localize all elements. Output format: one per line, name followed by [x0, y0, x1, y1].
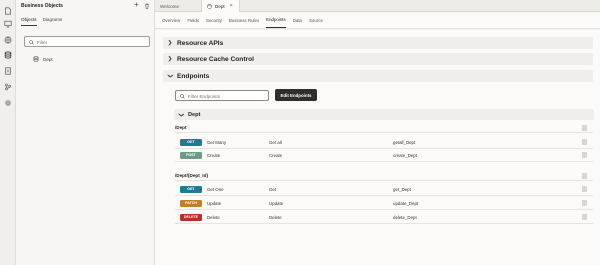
- table-row[interactable]: POST Create Create create_Dept: [175, 149, 593, 162]
- list-item-dept[interactable]: Dept: [33, 56, 53, 62]
- endpoint-label: Update: [269, 201, 284, 206]
- navigator-filter[interactable]: [24, 36, 150, 47]
- section-resource-cache-control[interactable]: ❯ Resource Cache Control: [163, 53, 593, 65]
- endpoint-name: Delete: [207, 215, 220, 220]
- endpoint-label: Delete: [269, 215, 282, 220]
- drag-handle-icon[interactable]: [582, 125, 587, 131]
- database-icon: [33, 56, 39, 62]
- method-badge: DELETE: [180, 213, 202, 221]
- table-row[interactable]: GET Get Many Get all getall_Dept: [175, 136, 593, 149]
- resource-path-row: /Dept/{Dept_Id}: [175, 171, 593, 181]
- drag-handle-icon[interactable]: [582, 200, 587, 206]
- tab-fields[interactable]: Fields: [187, 18, 199, 28]
- section-endpoints[interactable]: ❯ Endpoints: [163, 70, 593, 82]
- endpoint-filter[interactable]: [175, 90, 269, 101]
- endpoint-id: getall_Dept: [393, 140, 416, 145]
- settings-icon[interactable]: [3, 98, 13, 108]
- drag-handle-icon[interactable]: [582, 139, 587, 145]
- object-sub-tabs: Overview Fields Security Business Rules …: [155, 12, 600, 29]
- tab-diagrams[interactable]: Diagrams: [43, 17, 63, 26]
- endpoint-name: Get Many: [207, 140, 227, 145]
- endpoint-label: Get: [269, 187, 277, 192]
- resource-path-row: /Dept: [175, 123, 593, 133]
- add-business-object-button[interactable]: +: [134, 1, 139, 9]
- resource-path: /Dept/{Dept_Id}: [175, 173, 209, 178]
- drag-handle-icon[interactable]: [582, 186, 587, 192]
- database-icon: [207, 3, 212, 9]
- section-title: Resource Cache Control: [177, 55, 254, 63]
- search-icon: [29, 39, 34, 45]
- endpoint-id: delete_Dept: [393, 215, 417, 220]
- section-title: Endpoints: [177, 72, 210, 80]
- chevron-right-icon: ❯: [167, 40, 173, 46]
- chevron-down-icon: ❯: [167, 73, 173, 79]
- monitor-icon[interactable]: [3, 19, 13, 29]
- tab-security[interactable]: Security: [206, 18, 222, 28]
- navigator-title: Business Objects: [21, 3, 63, 9]
- table-row[interactable]: GET Get One Get get_Dept: [175, 183, 593, 196]
- tab-business-rules[interactable]: Business Rules: [229, 18, 259, 28]
- chevron-down-icon: ❯: [178, 112, 184, 117]
- branch-icon[interactable]: [3, 82, 13, 92]
- document-icon[interactable]: [3, 66, 13, 76]
- tab-source[interactable]: Source: [309, 18, 323, 28]
- section-resource-apis[interactable]: ❯ Resource APIs: [163, 37, 593, 49]
- endpoint-name: Create: [207, 153, 221, 158]
- endpoint-id: create_Dept: [393, 153, 417, 158]
- activity-rail: [0, 0, 16, 265]
- trash-icon[interactable]: [144, 3, 150, 9]
- endpoint-id: update_Dept: [393, 201, 419, 206]
- tab-dept[interactable]: Dept ×: [202, 0, 240, 12]
- group-title: Dept: [188, 111, 201, 118]
- edit-endpoints-button[interactable]: Edit Endpoints: [275, 89, 317, 101]
- endpoints-panel: ❯ Resource APIs ❯ Resource Cache Control…: [155, 30, 600, 265]
- file-icon[interactable]: [3, 6, 13, 16]
- endpoint-label: Create: [269, 153, 283, 158]
- endpoint-label: Get all: [269, 140, 282, 145]
- table-row[interactable]: DELETE Delete Delete delete_Dept: [175, 211, 593, 224]
- drag-handle-icon[interactable]: [582, 152, 587, 158]
- table-row[interactable]: PATCH Update Update update_Dept: [175, 197, 593, 210]
- navigator-tabs: Objects Diagrams: [21, 17, 62, 26]
- tab-welcome[interactable]: Welcome: [155, 0, 202, 12]
- section-title: Resource APIs: [177, 39, 224, 47]
- resource-path: /Dept: [175, 125, 187, 130]
- list-item-label: Dept: [43, 56, 53, 62]
- endpoint-id: get_Dept: [393, 187, 411, 192]
- endpoint-filter-input[interactable]: [188, 92, 266, 100]
- tab-data[interactable]: Data: [293, 18, 302, 28]
- dept-endpoint-group[interactable]: ❯ Dept: [174, 109, 594, 120]
- tab-endpoints[interactable]: Endpoints: [266, 17, 286, 28]
- endpoint-name: Get One: [207, 187, 224, 192]
- tab-overview[interactable]: Overview: [162, 18, 180, 28]
- endpoint-name: Update: [207, 201, 222, 206]
- drag-handle-icon[interactable]: [582, 214, 587, 220]
- navigator-filter-input[interactable]: [37, 38, 147, 46]
- app-window: Business Objects + Objects Diagrams Dept…: [0, 0, 600, 265]
- method-badge: GET: [180, 185, 202, 193]
- method-badge: POST: [180, 151, 202, 159]
- close-icon[interactable]: ×: [230, 3, 233, 9]
- tab-label: Dept: [215, 3, 225, 9]
- drag-handle-icon[interactable]: [582, 173, 587, 179]
- editor-tab-bar: Welcome Dept ×: [155, 0, 600, 12]
- globe-icon[interactable]: [3, 35, 13, 45]
- search-icon: [180, 93, 185, 99]
- tab-objects[interactable]: Objects: [21, 17, 37, 26]
- tab-label: Welcome: [160, 3, 180, 9]
- database-icon[interactable]: [3, 50, 13, 60]
- method-badge: GET: [180, 138, 202, 146]
- chevron-right-icon: ❯: [167, 56, 173, 62]
- method-badge: PATCH: [180, 199, 202, 207]
